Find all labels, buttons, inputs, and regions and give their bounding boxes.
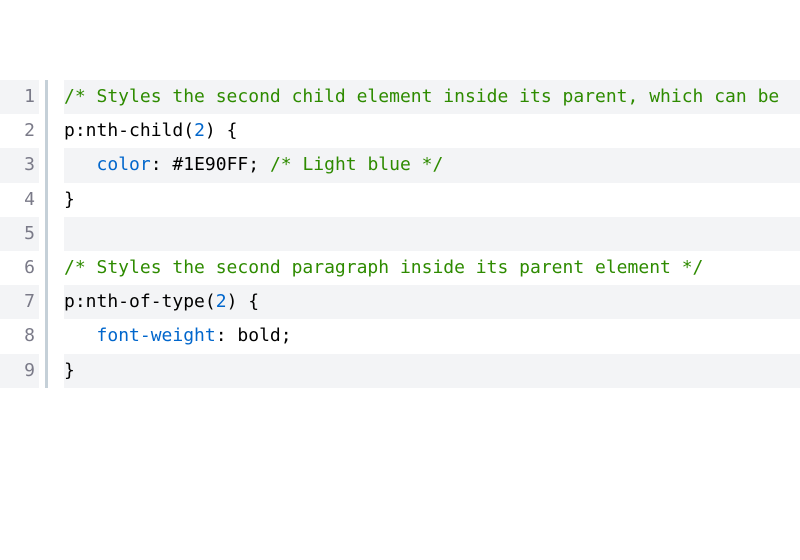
code-area[interactable]: /* Styles the second child element insid… <box>48 80 800 388</box>
token: { <box>248 291 259 312</box>
token: } <box>64 360 75 381</box>
token: 2 <box>216 291 227 312</box>
token: /* Styles the second paragraph inside it… <box>64 257 703 278</box>
token: p:nth-of-type <box>64 291 205 312</box>
line-number: 5 <box>0 217 39 251</box>
token: bold <box>237 325 280 346</box>
token: #1E90FF <box>172 154 248 175</box>
token: ) <box>205 120 216 141</box>
token: ) <box>227 291 238 312</box>
token: 2 <box>194 120 205 141</box>
line-number: 2 <box>0 114 39 148</box>
token <box>237 291 248 312</box>
code-line[interactable]: } <box>64 354 800 388</box>
line-number: 7 <box>0 285 39 319</box>
code-editor: 123456789 /* Styles the second child ele… <box>0 80 800 388</box>
token: /* Styles the second child element insid… <box>64 86 779 107</box>
token: color <box>97 154 151 175</box>
token: : <box>151 154 173 175</box>
code-line[interactable]: } <box>64 183 800 217</box>
line-number: 3 <box>0 148 39 182</box>
code-line[interactable]: font-weight: bold; <box>64 319 800 353</box>
code-line[interactable]: p:nth-of-type(2) { <box>64 285 800 319</box>
token: } <box>64 189 75 210</box>
code-line[interactable]: /* Styles the second paragraph inside it… <box>64 251 800 285</box>
token <box>64 325 97 346</box>
line-number: 4 <box>0 183 39 217</box>
line-number: 6 <box>0 251 39 285</box>
code-line[interactable]: /* Styles the second child element insid… <box>64 80 800 114</box>
token: : <box>216 325 238 346</box>
token: /* Light blue */ <box>270 154 443 175</box>
token: ; <box>248 154 270 175</box>
token: { <box>227 120 238 141</box>
code-line[interactable]: p:nth-child(2) { <box>64 114 800 148</box>
code-line[interactable]: color: #1E90FF; /* Light blue */ <box>64 148 800 182</box>
token: ; <box>281 325 292 346</box>
token: p:nth-child <box>64 120 183 141</box>
token <box>216 120 227 141</box>
line-number: 8 <box>0 319 39 353</box>
line-number: 1 <box>0 80 39 114</box>
code-line[interactable] <box>64 217 800 251</box>
token: font-weight <box>97 325 216 346</box>
token: ( <box>205 291 216 312</box>
token: ( <box>183 120 194 141</box>
token <box>64 154 97 175</box>
line-number-gutter: 123456789 <box>0 80 48 388</box>
line-number: 9 <box>0 354 39 388</box>
